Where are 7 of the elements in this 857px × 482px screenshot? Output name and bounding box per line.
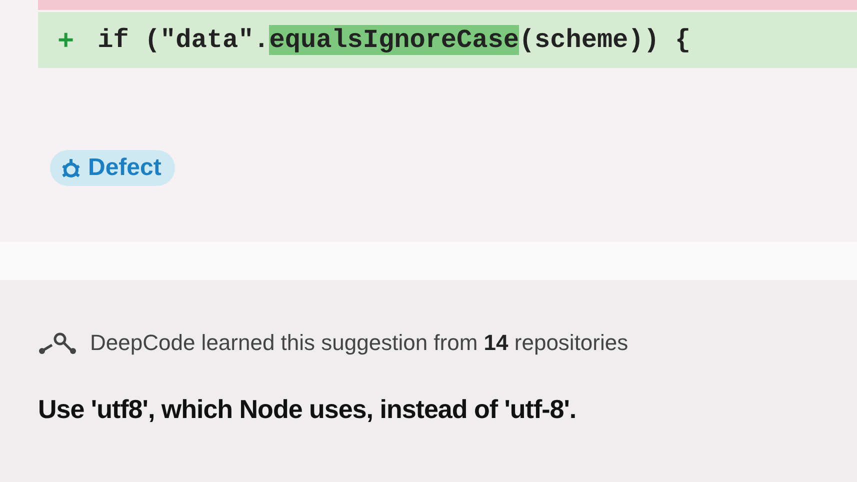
code-line: if ("data".equalsIgnoreCase(scheme)) { (98, 25, 691, 55)
suggestion-message: Use 'utf8', which Node uses, instead of 'utf-8'. (38, 394, 578, 425)
suggestion-source: DeepCode learned this suggestion from 14 repositories (90, 330, 628, 356)
graph-icon (38, 331, 78, 355)
defect-tag: Defect (50, 150, 176, 186)
plus-marker: + (58, 25, 74, 55)
bug-icon (60, 156, 82, 180)
